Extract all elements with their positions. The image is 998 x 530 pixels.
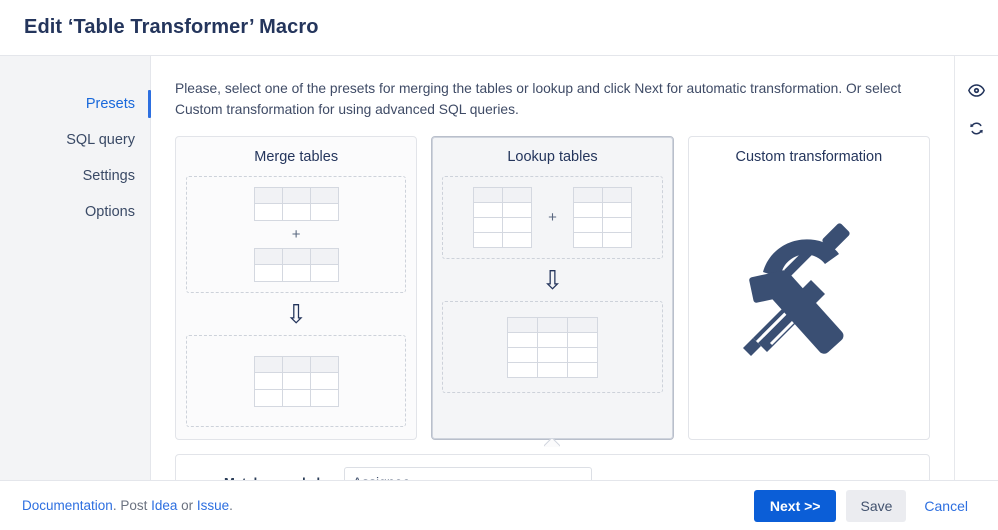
sidebar: Presets SQL query Settings Options — [0, 56, 151, 480]
documentation-link[interactable]: Documentation — [22, 498, 113, 513]
dialog-body: Presets SQL query Settings Options Pleas… — [0, 56, 998, 480]
lookup-source-zone: + — [442, 176, 663, 259]
save-button[interactable]: Save — [846, 489, 907, 522]
footer-text-end: . — [229, 498, 233, 513]
next-button[interactable]: Next >> — [753, 489, 837, 522]
preset-card-merge-tables[interactable]: Merge tables + ⇩ — [175, 136, 418, 440]
sidebar-item-label: Presets — [85, 96, 135, 112]
sidebar-item-options[interactable]: Options — [0, 194, 150, 230]
sidebar-item-sql-query[interactable]: SQL query — [0, 122, 150, 158]
preset-title: Lookup tables — [507, 149, 598, 165]
sidebar-item-label: Settings — [82, 168, 135, 184]
merge-source-zone: + — [186, 176, 407, 293]
eye-icon[interactable] — [965, 78, 989, 102]
sidebar-item-label: SQL query — [66, 132, 135, 148]
mini-table-source-2 — [572, 187, 632, 248]
sidebar-item-label: Options — [85, 204, 135, 220]
idea-link[interactable]: Idea — [151, 498, 177, 513]
edit-macro-dialog: Edit ‘Table Transformer’ Macro Presets S… — [0, 0, 998, 530]
mini-table-source-1 — [473, 187, 533, 248]
dialog-footer: Documentation. Post Idea or Issue. Next … — [0, 480, 998, 530]
footer-text-sep-1: . Post — [112, 498, 152, 513]
mini-table-source-1 — [253, 187, 339, 221]
preset-card-custom-transformation[interactable]: Custom transformation — [687, 136, 930, 440]
hammer-screwdriver-icon — [699, 176, 919, 394]
match-records-select-wrapper: Assignee ⌄ — [343, 467, 592, 480]
match-records-label: Match records by — [224, 475, 332, 481]
match-records-select[interactable]: Assignee — [343, 467, 592, 480]
lookup-result-zone — [442, 301, 663, 393]
sidebar-item-settings[interactable]: Settings — [0, 158, 150, 194]
footer-buttons: Next >> Save Cancel — [753, 489, 976, 522]
footer-text-sep-2: or — [177, 498, 197, 513]
right-icon-rail — [954, 56, 998, 480]
down-arrow-icon: ⇩ — [285, 299, 308, 329]
plus-symbol: + — [548, 209, 557, 226]
page-title: Edit ‘Table Transformer’ Macro — [24, 16, 319, 38]
content-wrapper: Please, select one of the presets for me… — [151, 56, 998, 480]
refresh-icon[interactable] — [965, 116, 989, 140]
plus-symbol: + — [291, 226, 301, 243]
intro-text: Please, select one of the presets for me… — [175, 81, 902, 117]
mini-table-source-2 — [253, 248, 339, 282]
presets-panel: Please, select one of the presets for me… — [151, 56, 954, 480]
preset-title: Merge tables — [254, 149, 339, 165]
match-records-panel: Match records by Assignee ⌄ — [175, 454, 930, 480]
mini-table-result — [253, 355, 339, 407]
presets-row: Merge tables + ⇩ Lookup tables + ⇩ Custo… — [175, 136, 930, 440]
cancel-button[interactable]: Cancel — [916, 490, 976, 522]
merge-result-zone — [186, 335, 407, 427]
down-arrow-icon: ⇩ — [541, 265, 564, 295]
selected-card-notch — [544, 438, 560, 447]
footer-links: Documentation. Post Idea or Issue. — [22, 498, 233, 513]
preset-title: Custom transformation — [735, 149, 883, 165]
preset-card-lookup-tables[interactable]: Lookup tables + ⇩ — [431, 136, 674, 440]
sidebar-item-presets[interactable]: Presets — [0, 86, 151, 122]
mini-table-result — [506, 316, 598, 378]
issue-link[interactable]: Issue — [197, 498, 229, 513]
dialog-header: Edit ‘Table Transformer’ Macro — [0, 0, 998, 56]
